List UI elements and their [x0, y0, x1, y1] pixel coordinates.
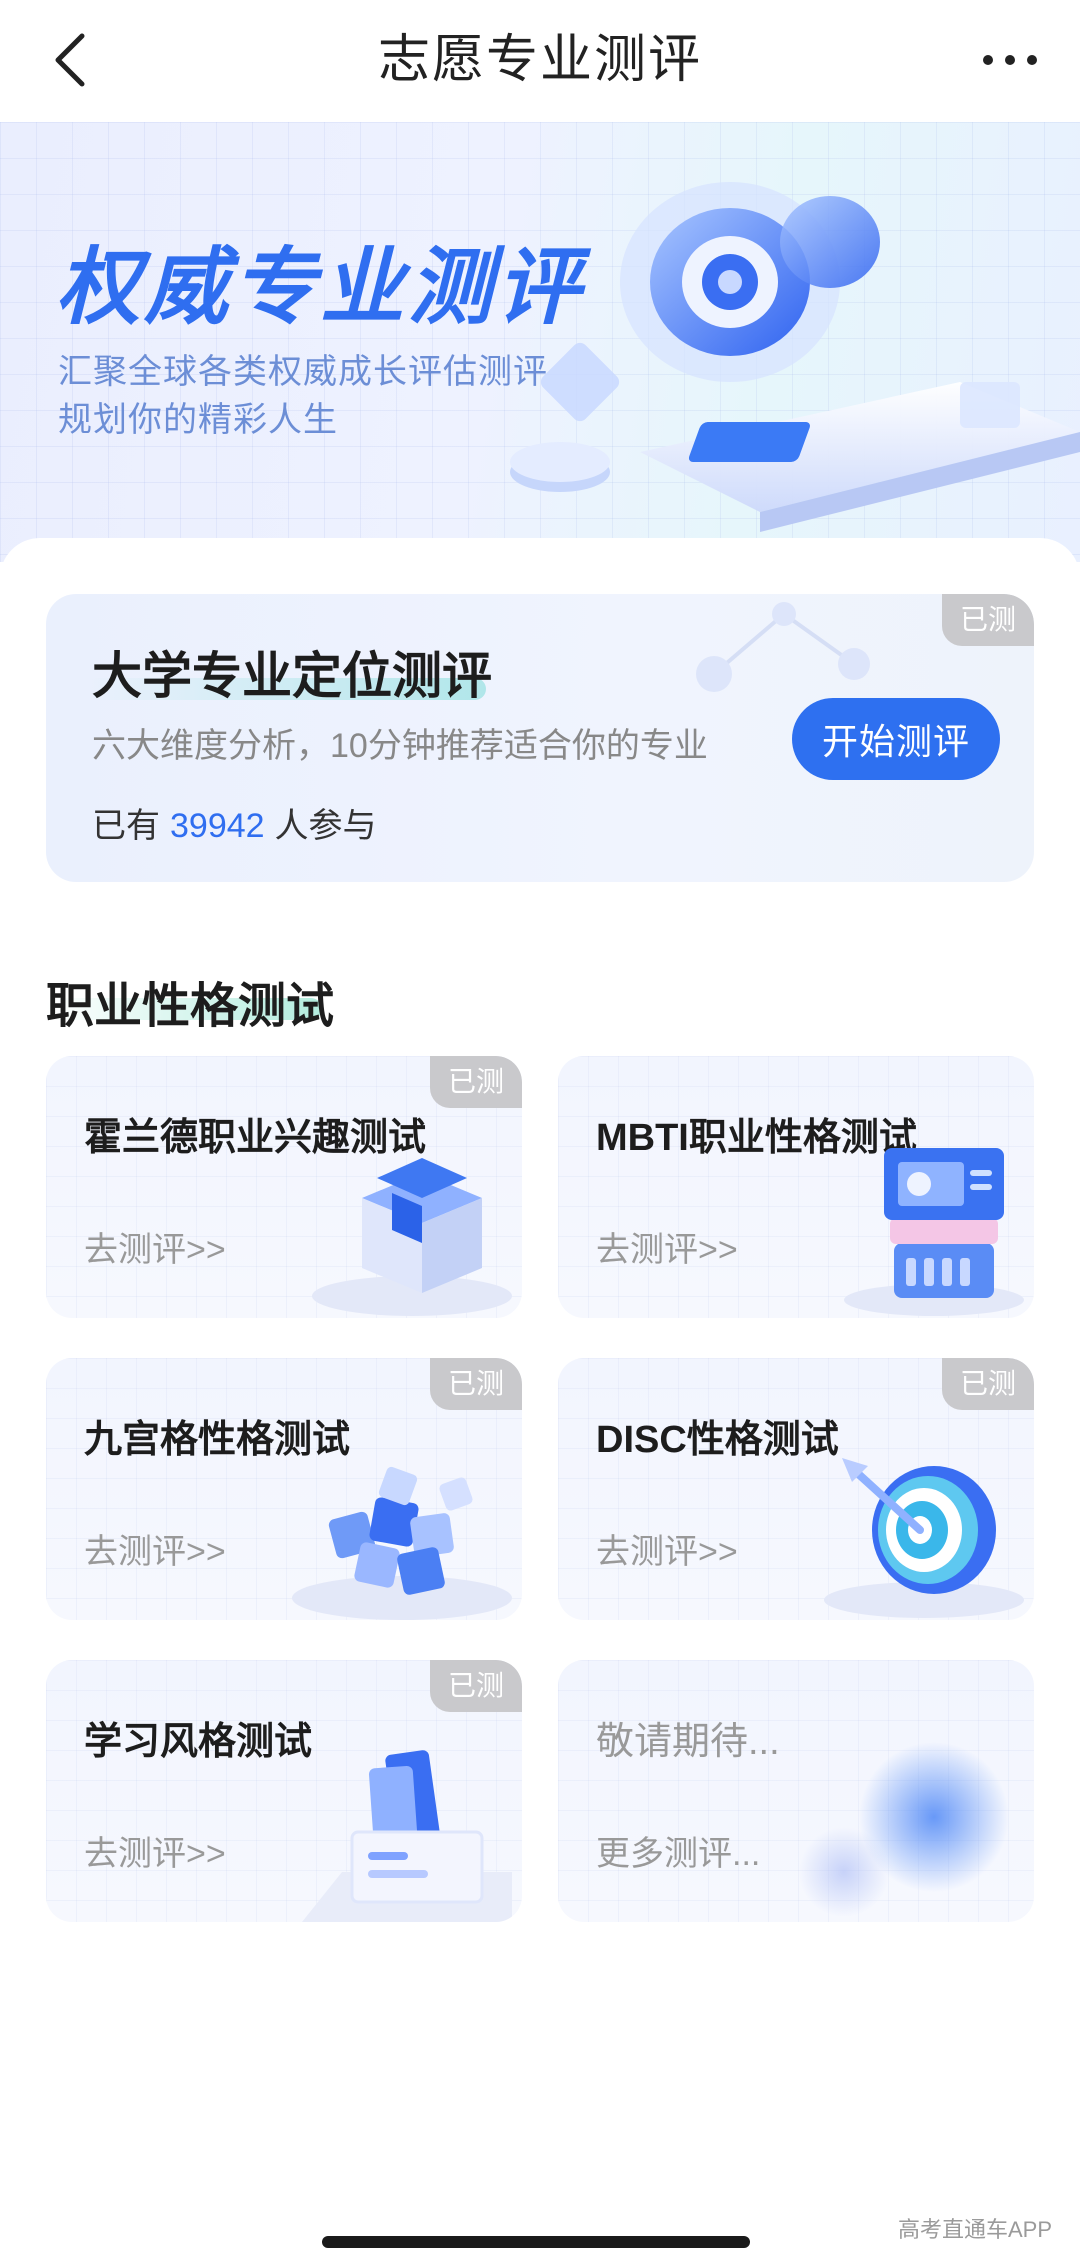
- molecule-decoration-icon: [696, 602, 870, 692]
- participant-count-prefix: 已有: [92, 807, 160, 845]
- blur-orb-icon: [799, 1742, 1009, 1917]
- participant-count-suffix: 人参与: [274, 807, 377, 845]
- featured-test-card[interactable]: 大学专业定位测评 六大维度分析，10分钟推荐适合你的专业 已有 39942 人参与 …: [46, 594, 1034, 882]
- more-tests-link: 更多测评...: [596, 1835, 761, 1873]
- go-test-link[interactable]: 去测评>>: [84, 1826, 226, 1875]
- home-indicator[interactable]: [322, 2236, 750, 2248]
- more-horizontal-icon: [983, 55, 1037, 65]
- server-stack-icon: [844, 1148, 1024, 1316]
- test-card-holland[interactable]: 霍兰德职业兴趣测试 去测评>> 已测: [46, 1056, 522, 1318]
- participant-count-number: 39942: [170, 807, 265, 845]
- tested-badge: 已测: [430, 1660, 522, 1712]
- page-title: 志愿专业测评: [377, 31, 702, 89]
- banner-subtitle-1: 汇聚全球各类权威成长评估测评: [58, 353, 548, 391]
- hero-banner: 权威专业测评 汇聚全球各类权威成长评估测评 规划你的精彩人生: [0, 122, 1080, 562]
- more-button[interactable]: [970, 20, 1050, 100]
- cube-cluster-icon: [292, 1466, 512, 1620]
- target-icon: [824, 1458, 1024, 1618]
- tested-badge: 已测: [430, 1056, 522, 1108]
- banner-subtitle-2: 规划你的精彩人生: [58, 401, 338, 439]
- go-test-link[interactable]: 去测评>>: [84, 1222, 226, 1271]
- cube-icon: [312, 1158, 512, 1316]
- go-test-link[interactable]: 去测评>>: [596, 1222, 738, 1271]
- test-card-enneagram[interactable]: 九宫格性格测试 去测评>> 已测: [46, 1358, 522, 1620]
- featured-test-description: 六大维度分析，10分钟推荐适合你的专业: [92, 727, 708, 765]
- top-nav-bar: 志愿专业测评: [0, 0, 1080, 122]
- go-test-link[interactable]: 去测评>>: [596, 1524, 738, 1573]
- start-test-button[interactable]: 开始测评: [792, 698, 1000, 780]
- test-card-learning-style[interactable]: 学习风格测试 去测评>> 已测: [46, 1660, 522, 1922]
- tested-badge: 已测: [942, 1358, 1034, 1410]
- test-card-coming-soon: 敬请期待... 更多测评...: [558, 1660, 1034, 1922]
- tested-badge: 已测: [942, 594, 1034, 646]
- test-card-disc[interactable]: DISC性格测试 去测评>> 已测: [558, 1358, 1034, 1620]
- coming-soon-title: 敬请期待...: [596, 1721, 780, 1763]
- tested-badge: 已测: [430, 1358, 522, 1410]
- banner-3d-illustration: [510, 182, 1080, 532]
- participant-count: 已有 39942 人参与: [92, 798, 377, 847]
- watermark: 高考直通车APP: [897, 2217, 1052, 2242]
- section-title: 职业性格测试: [46, 980, 335, 1033]
- test-card-mbti[interactable]: MBTI职业性格测试 去测评>>: [558, 1056, 1034, 1318]
- folder-box-icon: [302, 1750, 512, 1922]
- go-test-link[interactable]: 去测评>>: [84, 1524, 226, 1573]
- featured-test-title: 大学专业定位测评: [92, 648, 492, 704]
- test-card-title: 学习风格测试: [84, 1721, 313, 1763]
